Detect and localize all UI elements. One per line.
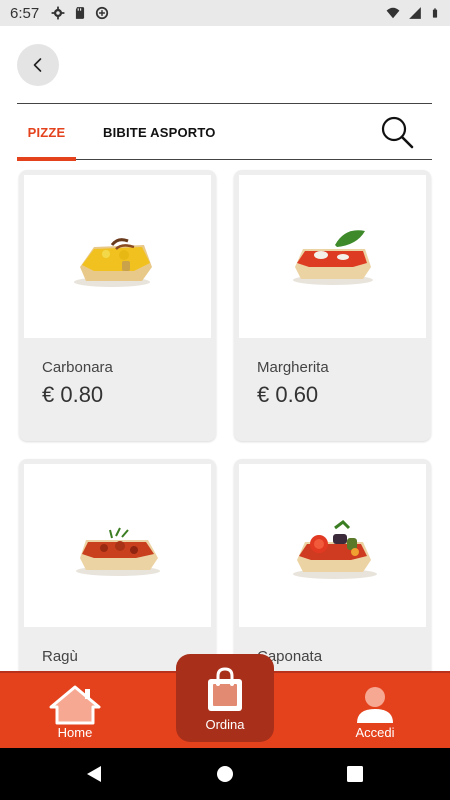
system-nav-bar	[0, 748, 450, 800]
product-price: € 0.80	[42, 382, 104, 407]
product-image-caponata	[239, 464, 426, 627]
app-screen: 6:57 PIZZE BIBITE ASPORTO Carbonara € 0.…	[0, 0, 450, 800]
signal-icon	[409, 7, 421, 19]
back-triangle-icon[interactable]	[84, 764, 104, 784]
product-name: Margherita	[257, 359, 329, 376]
product-image-margherita	[239, 175, 426, 338]
nav-ordina-label: Ordina	[205, 717, 245, 732]
search-icon[interactable]	[380, 115, 414, 149]
shopping-bag-icon	[208, 667, 242, 711]
sd-card-icon	[76, 7, 85, 19]
product-image-ragu	[24, 464, 211, 627]
nav-ordina-button[interactable]: Ordina	[176, 654, 274, 742]
tab-pizze[interactable]: PIZZE	[17, 104, 76, 161]
nav-accedi-button[interactable]: Accedi	[340, 673, 410, 748]
settings-icon	[51, 6, 65, 20]
recents-square-icon[interactable]	[345, 764, 365, 784]
category-tabs: PIZZE BIBITE ASPORTO	[17, 103, 432, 161]
product-image-carbonara	[24, 175, 211, 338]
home-icon	[49, 685, 101, 725]
nav-home-label: Home	[57, 725, 93, 740]
status-bar: 6:57	[0, 0, 450, 26]
home-circle-icon[interactable]	[215, 764, 235, 784]
product-price: € 0.60	[257, 382, 319, 407]
chevron-left-icon	[33, 58, 42, 72]
wifi-icon	[386, 7, 400, 19]
status-time: 6:57	[10, 4, 40, 22]
data-saver-icon	[96, 6, 109, 20]
status-icons-left	[51, 6, 109, 20]
product-name: Ragù	[42, 648, 78, 665]
user-icon	[357, 687, 393, 723]
status-icons-right	[386, 6, 440, 20]
nav-home-button[interactable]: Home	[40, 673, 110, 748]
product-card[interactable]: Carbonara € 0.80	[19, 170, 216, 441]
back-button[interactable]	[17, 44, 59, 86]
tab-bibite-asporto[interactable]: BIBITE ASPORTO	[103, 104, 216, 160]
battery-icon	[432, 8, 438, 18]
product-card[interactable]: Margherita € 0.60	[234, 170, 431, 441]
nav-accedi-label: Accedi	[355, 725, 395, 740]
product-name: Carbonara	[42, 359, 113, 376]
